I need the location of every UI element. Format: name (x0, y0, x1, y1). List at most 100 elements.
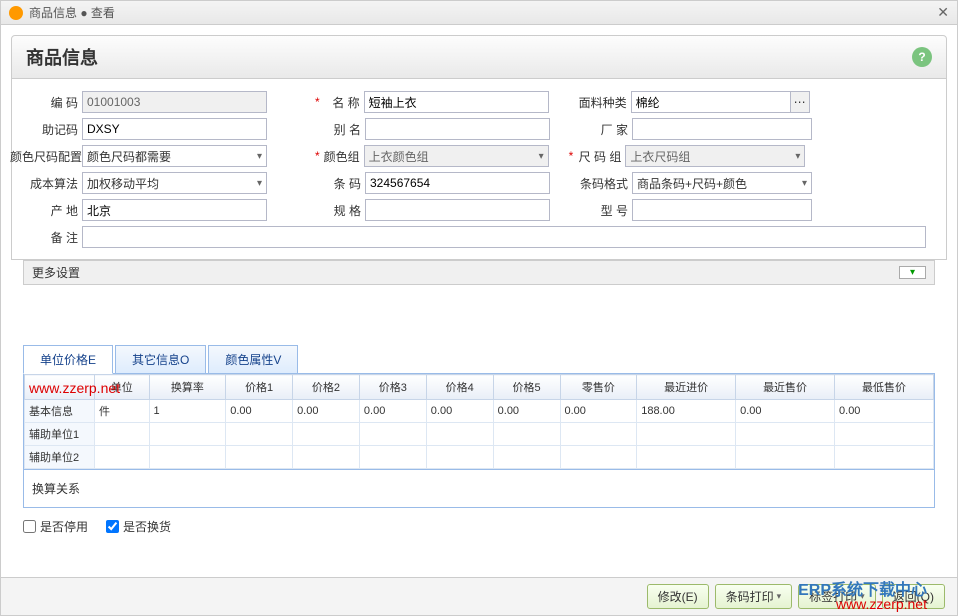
label-print-button[interactable]: 标签打印▾ (798, 584, 876, 609)
table-cell[interactable] (493, 423, 560, 446)
colorgroup-select[interactable]: 上衣颜色组 (364, 145, 549, 167)
stop-checkbox-input[interactable] (23, 520, 36, 533)
barcodefmt-select[interactable]: 商品条码+尺码+颜色 (632, 172, 812, 194)
required-star: * (569, 149, 574, 163)
table-cell[interactable] (560, 423, 637, 446)
table-cell[interactable]: 0.00 (226, 400, 293, 423)
table-row[interactable]: 辅助单位2 (25, 446, 934, 469)
cost-select[interactable]: 加权移动平均 (82, 172, 267, 194)
table-header: 最近进价 (637, 375, 736, 400)
table-header: 价格1 (226, 375, 293, 400)
table-cell[interactable]: 0.00 (493, 400, 560, 423)
table-row[interactable]: 辅助单位1 (25, 423, 934, 446)
mnemonic-label: 助记码 (24, 121, 82, 138)
factory-input[interactable] (632, 118, 812, 140)
factory-label: 厂 家 (578, 121, 632, 138)
chevron-down-icon[interactable]: ▾ (899, 266, 926, 279)
cost-label: 成本算法 (24, 175, 82, 192)
tab-other-info[interactable]: 其它信息O (115, 345, 206, 373)
material-picker-icon[interactable]: ⋯ (790, 91, 810, 113)
stop-checkbox[interactable]: 是否停用 (23, 518, 88, 535)
material-label: 面料种类 (577, 94, 631, 111)
table-cell[interactable] (835, 423, 934, 446)
table-cell[interactable] (226, 446, 293, 469)
table-header: 单位 (95, 375, 150, 400)
table-cell[interactable] (835, 446, 934, 469)
table-cell[interactable] (426, 423, 493, 446)
colorgroup-label: 颜色组 (322, 148, 364, 165)
price-table: 单位换算率价格1价格2价格3价格4价格5零售价最近进价最近售价最低售价 基本信息… (23, 374, 935, 470)
table-cell[interactable] (226, 423, 293, 446)
alias-input[interactable] (365, 118, 550, 140)
table-cell[interactable]: 件 (95, 400, 150, 423)
table-cell[interactable]: 0.00 (359, 400, 426, 423)
chevron-down-icon: ▾ (777, 591, 782, 602)
help-icon[interactable]: ? (912, 47, 932, 67)
table-header: 最低售价 (835, 375, 934, 400)
back-button[interactable]: 返回(Q) (882, 584, 945, 609)
table-header (25, 375, 95, 400)
spec-label: 规 格 (323, 202, 365, 219)
table-cell[interactable] (293, 446, 360, 469)
table-cell[interactable]: 0.00 (736, 400, 835, 423)
table-header: 价格2 (293, 375, 360, 400)
content-area: 商品信息 ? 编 码 * 名 称 面料种类 ⋯ (1, 25, 957, 535)
table-cell[interactable]: 1 (149, 400, 226, 423)
table-cell[interactable] (359, 423, 426, 446)
close-icon[interactable]: ✕ (937, 4, 949, 21)
titlebar-text: 商品信息 ● 查看 (29, 4, 115, 21)
table-cell[interactable] (293, 423, 360, 446)
table-cell[interactable] (95, 446, 150, 469)
table-cell[interactable]: 0.00 (560, 400, 637, 423)
remark-input[interactable] (82, 226, 926, 248)
table-cell[interactable] (149, 423, 226, 446)
table-cell[interactable]: 188.00 (637, 400, 736, 423)
remark-label: 备 注 (24, 229, 82, 246)
model-label: 型 号 (578, 202, 632, 219)
name-input[interactable] (364, 91, 549, 113)
code-label: 编 码 (24, 94, 82, 111)
header-panel: 商品信息 ? (11, 35, 947, 79)
edit-button[interactable]: 修改(E) (647, 584, 709, 609)
origin-label: 产 地 (24, 202, 82, 219)
footer: 修改(E) 条码打印▾ 标签打印▾ 返回(Q) (1, 577, 957, 615)
barcode-input[interactable] (365, 172, 550, 194)
table-cell[interactable] (359, 446, 426, 469)
more-settings-label: 更多设置 (32, 264, 80, 281)
code-input[interactable] (82, 91, 267, 113)
mnemonic-input[interactable] (82, 118, 267, 140)
table-cell[interactable] (426, 446, 493, 469)
table-cell[interactable] (95, 423, 150, 446)
table-cell[interactable]: 0.00 (293, 400, 360, 423)
table-cell[interactable]: 0.00 (835, 400, 934, 423)
spec-input[interactable] (365, 199, 550, 221)
table-cell[interactable] (149, 446, 226, 469)
row-label: 基本信息 (25, 400, 95, 423)
table-row[interactable]: 基本信息件10.000.000.000.000.000.00188.000.00… (25, 400, 934, 423)
table-cell[interactable] (493, 446, 560, 469)
colorsize-select[interactable]: 颜色尺码都需要 (82, 145, 267, 167)
table-cell[interactable] (736, 423, 835, 446)
model-input[interactable] (632, 199, 812, 221)
titlebar: 商品信息 ● 查看 ✕ (1, 1, 957, 25)
exchange-checkbox[interactable]: 是否换货 (106, 518, 171, 535)
table-cell[interactable] (560, 446, 637, 469)
name-label: 名 称 (322, 94, 364, 111)
table-cell[interactable] (736, 446, 835, 469)
sizegroup-select[interactable]: 上衣尺码组 (625, 145, 805, 167)
form-area: 编 码 * 名 称 面料种类 ⋯ 助记码 (11, 79, 947, 260)
tab-unit-price[interactable]: 单位价格E (23, 345, 113, 374)
colorsize-label: 颜色尺码配置 (10, 148, 82, 165)
table-cell[interactable]: 0.00 (426, 400, 493, 423)
app-icon (9, 6, 23, 20)
required-star: * (315, 149, 320, 163)
tab-color-attr[interactable]: 颜色属性V (208, 345, 298, 373)
barcode-print-button[interactable]: 条码打印▾ (715, 584, 793, 609)
origin-input[interactable] (82, 199, 267, 221)
exchange-checkbox-input[interactable] (106, 520, 119, 533)
table-cell[interactable] (637, 446, 736, 469)
table-header: 价格5 (493, 375, 560, 400)
material-input[interactable] (631, 91, 791, 113)
table-header: 最近售价 (736, 375, 835, 400)
table-cell[interactable] (637, 423, 736, 446)
